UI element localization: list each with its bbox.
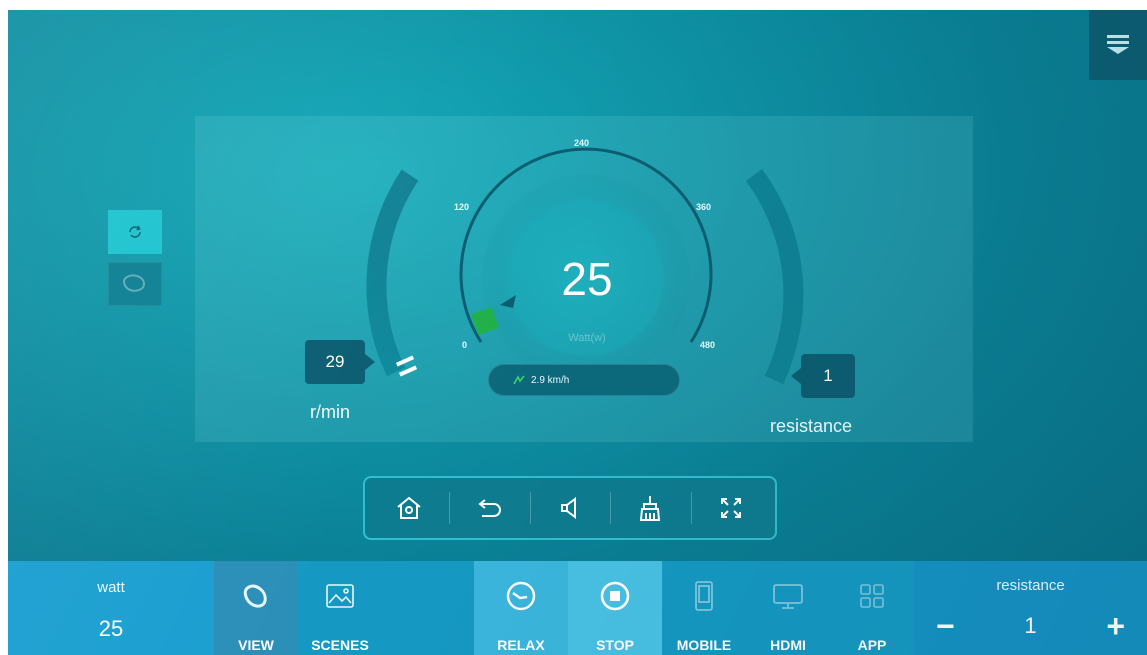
app-screen: 0 120 240 360 480 25 Watt(w) 2.9 km/h 29… bbox=[8, 10, 1147, 655]
track-icon bbox=[123, 274, 146, 292]
relax-label: RELAX bbox=[497, 637, 545, 653]
mobile-icon bbox=[695, 581, 713, 611]
resistance-readout-value: 1 bbox=[791, 354, 855, 398]
resistance-value: 1 bbox=[1024, 613, 1037, 638]
mobile-label: MOBILE bbox=[676, 637, 732, 653]
bar-spacer bbox=[382, 561, 474, 655]
app-label: APP bbox=[857, 637, 887, 653]
sync-icon bbox=[129, 225, 141, 238]
scenes-label: SCENES bbox=[311, 637, 369, 653]
speed-value: 2.9 km/h bbox=[531, 374, 570, 386]
fullscreen-icon bbox=[720, 498, 741, 518]
hdmi-label: HDMI bbox=[770, 637, 806, 653]
resistance-control: resistance − 1 + bbox=[914, 561, 1147, 655]
clean-icon bbox=[640, 496, 661, 521]
home-icon bbox=[397, 496, 421, 519]
power-unit: Watt(w) bbox=[568, 332, 606, 344]
watt-value: 25 bbox=[98, 616, 124, 641]
watt-label: watt bbox=[97, 579, 125, 596]
gauge-tick-label: 360 bbox=[696, 202, 712, 212]
resistance-readout-label: resistance bbox=[770, 416, 853, 436]
resistance-decrease-button[interactable]: − bbox=[936, 610, 955, 642]
power-value: 25 bbox=[561, 253, 613, 305]
monitor-icon bbox=[773, 584, 803, 609]
gauge-tick-label: 0 bbox=[462, 340, 468, 350]
menu-icon bbox=[1107, 35, 1129, 54]
relax-icon bbox=[506, 581, 536, 611]
cadence-value: 29 bbox=[305, 340, 375, 384]
volume-button[interactable] bbox=[529, 478, 610, 538]
speed-display: 2.9 km/h bbox=[488, 364, 680, 396]
fullscreen-button[interactable] bbox=[690, 478, 771, 538]
cadence-unit: r/min bbox=[310, 402, 350, 422]
bottom-control-bar: watt 25 VIEW SCENES RELAX STOP MOBILE HD… bbox=[8, 561, 1147, 655]
view-button[interactable]: VIEW bbox=[214, 561, 298, 655]
resistance-label: resistance bbox=[996, 577, 1065, 594]
relax-button[interactable]: RELAX bbox=[474, 561, 568, 655]
system-toolbar bbox=[363, 476, 777, 540]
clean-button[interactable] bbox=[610, 478, 690, 538]
stop-icon bbox=[600, 581, 630, 611]
resistance-stepper: − 1 + bbox=[914, 610, 1147, 642]
scenes-button[interactable]: SCENES bbox=[298, 561, 382, 655]
volume-icon bbox=[561, 497, 577, 519]
gauge-tick-label: 240 bbox=[574, 138, 590, 148]
image-icon bbox=[326, 584, 354, 608]
home-button[interactable] bbox=[369, 478, 449, 538]
stop-label: STOP bbox=[596, 637, 634, 653]
route-mode-button[interactable] bbox=[108, 262, 162, 306]
view-label: VIEW bbox=[238, 637, 274, 653]
view-icon bbox=[243, 584, 267, 608]
mobile-button[interactable]: MOBILE bbox=[662, 561, 746, 655]
apps-grid-icon bbox=[860, 584, 884, 608]
stop-button[interactable]: STOP bbox=[568, 561, 662, 655]
watt-display: watt 25 bbox=[8, 561, 214, 655]
sync-mode-button[interactable] bbox=[108, 210, 162, 254]
speed-icon bbox=[513, 375, 525, 385]
back-icon bbox=[478, 499, 501, 517]
gauge-tick-label: 480 bbox=[700, 340, 716, 350]
resistance-increase-button[interactable]: + bbox=[1106, 610, 1125, 642]
app-button[interactable]: APP bbox=[830, 561, 914, 655]
back-button[interactable] bbox=[449, 478, 529, 538]
hdmi-button[interactable]: HDMI bbox=[746, 561, 830, 655]
gauge-tick-label: 120 bbox=[454, 202, 470, 212]
menu-button[interactable] bbox=[1089, 10, 1147, 80]
